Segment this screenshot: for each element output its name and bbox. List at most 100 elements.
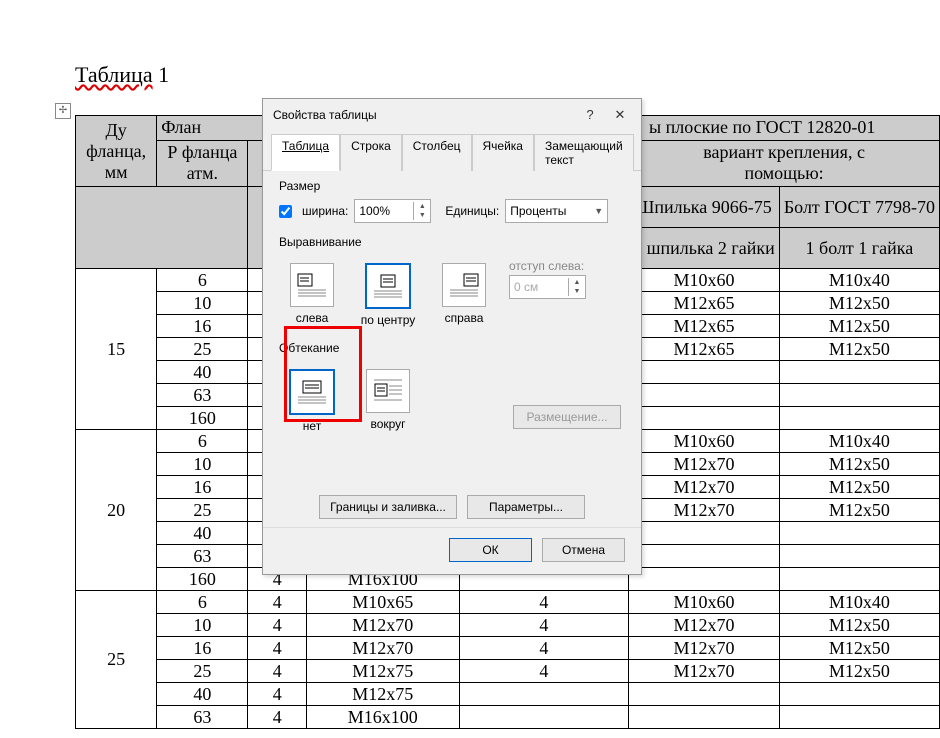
cell-shp: M12x70 <box>629 614 780 637</box>
cell-shp: M12x70 <box>629 660 780 683</box>
wrap-around-option[interactable]: вокруг <box>359 369 417 431</box>
section-wrap-label: Обтекание <box>279 341 625 355</box>
tab-table[interactable]: Таблица <box>271 134 340 171</box>
cell-mid: M12x70 <box>307 614 460 637</box>
cell-shp: M10x60 <box>629 430 780 453</box>
cell-p: 16 <box>157 476 248 499</box>
cell-p: 160 <box>157 568 248 591</box>
cell-mid: M12x70 <box>307 637 460 660</box>
cell-shp <box>629 706 780 729</box>
cell-mid: M12x75 <box>307 660 460 683</box>
cell-p: 40 <box>157 522 248 545</box>
cell-mid: M16x100 <box>307 706 460 729</box>
indent-spinner: ▲▼ <box>509 275 586 299</box>
cell-holes: 4 <box>459 637 629 660</box>
header-shpilka-sub: 1 шпилька 2 гайки <box>633 238 775 258</box>
cell-holes <box>459 706 629 729</box>
cell-p: 6 <box>157 591 248 614</box>
cell-shp: M12x65 <box>629 338 780 361</box>
cell-shp <box>629 568 780 591</box>
cell-bolt: M12x50 <box>779 499 939 522</box>
tab-cell[interactable]: Ячейка <box>472 134 534 171</box>
cell-ko: 4 <box>248 614 307 637</box>
align-right-option[interactable]: справа <box>435 263 493 325</box>
section-align-label: Выравнивание <box>279 235 625 249</box>
cell-p: 10 <box>157 614 248 637</box>
borders-button[interactable]: Границы и заливка... <box>319 495 457 519</box>
help-button[interactable]: ? <box>575 105 605 125</box>
cell-bolt: M12x50 <box>779 338 939 361</box>
cell-mid: M10x65 <box>307 591 460 614</box>
cell-du: 25 <box>76 591 157 729</box>
cell-bolt <box>779 683 939 706</box>
cell-p: 63 <box>157 706 248 729</box>
tab-column[interactable]: Столбец <box>402 134 472 171</box>
cell-shp <box>629 407 780 430</box>
cell-bolt <box>779 361 939 384</box>
wrap-none-option[interactable]: нет <box>283 369 341 433</box>
cell-p: 25 <box>157 660 248 683</box>
cell-shp: M10x60 <box>629 591 780 614</box>
cell-bolt <box>779 522 939 545</box>
cell-p: 16 <box>157 637 248 660</box>
cell-shp <box>629 545 780 568</box>
cell-bolt: M10x40 <box>779 430 939 453</box>
cell-p: 40 <box>157 361 248 384</box>
cell-bolt <box>779 545 939 568</box>
cell-bolt: M12x50 <box>779 614 939 637</box>
cell-ko: 4 <box>248 660 307 683</box>
cell-bolt: M12x50 <box>779 660 939 683</box>
cell-bolt <box>779 706 939 729</box>
align-left-option[interactable]: слева <box>283 263 341 325</box>
cell-bolt: M12x50 <box>779 292 939 315</box>
cell-shp: M12x70 <box>629 499 780 522</box>
cell-p: 25 <box>157 338 248 361</box>
header-gost: ы плоские по ГОСТ 12820-01 <box>649 117 939 138</box>
cell-bolt: M10x40 <box>779 591 939 614</box>
cell-shp: M12x65 <box>629 315 780 338</box>
tab-alttext[interactable]: Замещающий текст <box>534 134 634 171</box>
indent-label: отступ слева: <box>509 259 586 273</box>
cell-p: 6 <box>157 430 248 453</box>
cell-shp <box>629 361 780 384</box>
ok-button[interactable]: ОК <box>449 538 532 562</box>
header-shpilka: Шпилька 9066-75 <box>636 197 772 217</box>
cell-shp <box>629 384 780 407</box>
close-button[interactable]: ✕ <box>605 105 635 125</box>
cell-du: 20 <box>76 430 157 591</box>
cell-ko: 4 <box>248 683 307 706</box>
cell-shp: M12x70 <box>629 453 780 476</box>
align-center-option[interactable]: по центру <box>359 263 417 327</box>
table-properties-dialog: Свойства таблицы ? ✕ Таблица Строка Стол… <box>262 98 642 575</box>
header-flan: Флан <box>157 117 219 138</box>
tab-row[interactable]: Строка <box>340 134 402 171</box>
cell-bolt: M12x50 <box>779 476 939 499</box>
cell-holes: 4 <box>459 614 629 637</box>
cell-mid: M12x75 <box>307 683 460 706</box>
params-button[interactable]: Параметры... <box>467 495 585 519</box>
placement-button: Размещение... <box>513 405 621 429</box>
dialog-title: Свойства таблицы <box>273 108 575 122</box>
cell-shp <box>629 683 780 706</box>
header-mount: вариант крепления, с помощью: <box>633 142 935 184</box>
units-label: Единицы: <box>445 204 499 218</box>
header-bolt: Болт ГОСТ 7798-70 <box>784 197 935 217</box>
cell-p: 63 <box>157 384 248 407</box>
cell-p: 10 <box>157 453 248 476</box>
cell-bolt <box>779 568 939 591</box>
cell-bolt: M12x50 <box>779 637 939 660</box>
cell-p: 40 <box>157 683 248 706</box>
units-combo[interactable]: Проценты ▼ <box>505 199 608 223</box>
handle-icon[interactable]: ✢ <box>55 103 71 119</box>
section-size-label: Размер <box>279 179 625 193</box>
cell-ko: 4 <box>248 591 307 614</box>
width-spinner[interactable]: ▲▼ <box>354 199 431 223</box>
cell-shp: M10x60 <box>629 269 780 292</box>
cell-ko: 4 <box>248 637 307 660</box>
cell-holes <box>459 683 629 706</box>
width-checkbox[interactable] <box>279 205 292 218</box>
cancel-button[interactable]: Отмена <box>542 538 625 562</box>
cell-holes: 4 <box>459 660 629 683</box>
cell-p: 160 <box>157 407 248 430</box>
cell-bolt: M12x50 <box>779 315 939 338</box>
